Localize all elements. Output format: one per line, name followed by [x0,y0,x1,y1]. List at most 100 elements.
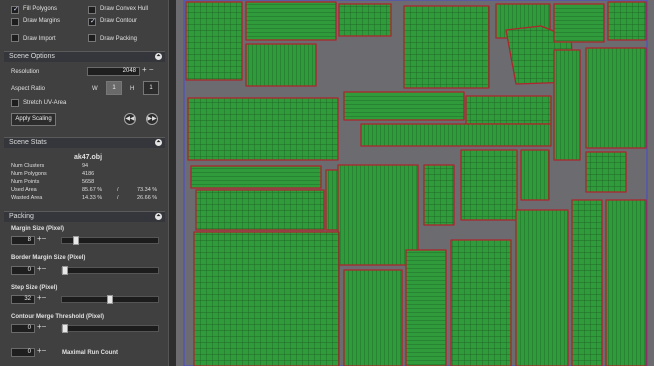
max-run-input[interactable]: 0 [11,348,35,357]
aspect-w-input[interactable]: 1 [106,81,122,95]
border-margin-input[interactable]: 0 [11,266,35,275]
uv-island[interactable] [343,269,403,366]
uv-island[interactable] [195,189,325,231]
uv-island[interactable] [245,1,337,41]
uv-island[interactable] [403,5,490,89]
uv-island[interactable] [520,149,550,201]
minus-icon[interactable]: − [42,293,47,302]
stats-row-separator: / [117,187,119,193]
draw-contour-label: Draw Contour [100,18,138,24]
draw-contour-checkbox[interactable] [88,17,96,26]
uv-island[interactable] [245,43,317,87]
stats-row-value: 94 [82,163,89,169]
uv-island[interactable] [193,231,340,366]
uv-island[interactable] [423,164,455,226]
uv-viewport[interactable] [176,0,654,366]
border-margin-label: Border Margin Size (Pixel) [11,255,86,261]
contour-merge-input[interactable]: 0 [11,324,35,333]
stretch-uv-label: Stretch UV-Area [23,100,67,106]
fill-polygons-label: Fill Polygons [23,6,58,12]
packing-title: Packing [9,213,34,220]
slider-thumb[interactable] [107,295,113,304]
uv-island[interactable] [465,95,552,125]
uv-island[interactable] [185,1,243,81]
minus-icon[interactable]: − [42,346,47,355]
stats-row: Used Area 85.67 % / 73.34 % [11,187,161,195]
minus-icon[interactable]: − [42,234,47,243]
stretch-uv-checkbox[interactable] [11,99,19,107]
scene-filename: ak47.obj [74,154,103,161]
slider-thumb[interactable] [62,324,68,333]
next-icon[interactable]: ▶▶ [146,113,158,125]
uv-island[interactable] [553,49,581,161]
slider-thumb[interactable] [73,236,79,245]
border-margin-slider[interactable] [61,266,159,275]
contour-merge-label: Contour Merge Threshold (Pixel) [11,314,105,320]
uv-island[interactable] [190,165,322,189]
stats-row-label: Num Polygons [11,171,47,177]
collapse-icon[interactable]: ⏶ [155,213,162,220]
margin-size-slider[interactable] [61,236,159,245]
uv-island[interactable] [607,1,647,41]
step-size-stepper[interactable]: +− [37,294,53,303]
packing-header[interactable]: Packing ⏶ [4,211,165,222]
uv-island[interactable] [343,91,465,121]
aspect-h-label: H [130,86,135,92]
slider-thumb[interactable] [62,266,68,275]
stats-row-label: Used Area [11,187,37,193]
collapse-icon[interactable]: ⏶ [155,53,162,60]
uv-island[interactable] [515,209,569,366]
contour-merge-stepper[interactable]: +− [37,323,53,332]
uv-island[interactable] [585,47,647,149]
scene-options-header[interactable]: Scene Options ⏶ [4,51,165,62]
draw-packing-checkbox[interactable] [88,34,96,42]
stats-row-value: 85.67 % [82,187,103,193]
resolution-input[interactable]: 2048 [87,67,140,76]
uv-island[interactable] [585,151,627,193]
draw-convex-hull-label: Draw Convex Hull [100,6,149,12]
step-size-slider[interactable] [61,295,159,304]
draw-margins-checkbox[interactable] [11,18,19,26]
draw-convex-hull-checkbox[interactable] [88,6,96,14]
plus-icon[interactable]: + [142,65,147,74]
uv-layout-canvas[interactable] [176,0,654,366]
stats-row: Num Polygons 4186 [11,171,161,179]
stats-row: Num Points 5658 [11,179,161,187]
apply-scaling-button[interactable]: Apply Scaling [11,113,56,126]
minus-icon[interactable]: − [149,65,154,74]
step-size-input[interactable]: 32 [11,295,35,304]
uv-island[interactable] [405,249,447,366]
panel-divider[interactable] [168,0,176,366]
aspect-w-label: W [92,86,98,92]
border-margin-stepper[interactable]: +− [37,265,53,274]
uv-island[interactable] [338,3,392,37]
aspect-h-input[interactable]: 1 [143,81,159,95]
minus-icon[interactable]: − [42,322,47,331]
max-run-stepper[interactable]: +− [37,347,53,356]
margin-size-label: Margin Size (Pixel) [11,226,65,232]
aspect-ratio-label: Aspect Ratio [11,86,46,92]
previous-icon[interactable]: ◀◀ [124,113,136,125]
uv-island[interactable] [553,3,605,43]
uv-island[interactable] [605,199,647,366]
scene-stats-header[interactable]: Scene Stats ⏶ [4,137,165,148]
margin-size-stepper[interactable]: +− [37,235,53,244]
uv-island[interactable] [571,199,603,366]
draw-import-checkbox[interactable] [11,34,19,42]
uv-island[interactable] [360,123,552,147]
scene-options-title: Scene Options [9,53,55,60]
contour-merge-slider[interactable] [61,324,159,333]
uv-island[interactable] [450,239,512,366]
stats-row-label: Num Clusters [11,163,45,169]
stats-row-value-2: 73.34 % [137,187,158,193]
stats-row-value-2: 26.66 % [137,195,158,201]
uv-island[interactable] [187,97,339,161]
margin-size-input[interactable]: 8 [11,236,35,245]
fill-polygons-checkbox[interactable] [11,5,19,14]
stats-row-value: 4186 [82,171,95,177]
uv-island[interactable] [460,149,518,221]
resolution-label: Resolution [11,69,40,75]
collapse-icon[interactable]: ⏶ [155,139,162,146]
resolution-stepper[interactable]: + − [142,66,158,75]
minus-icon[interactable]: − [42,264,47,273]
